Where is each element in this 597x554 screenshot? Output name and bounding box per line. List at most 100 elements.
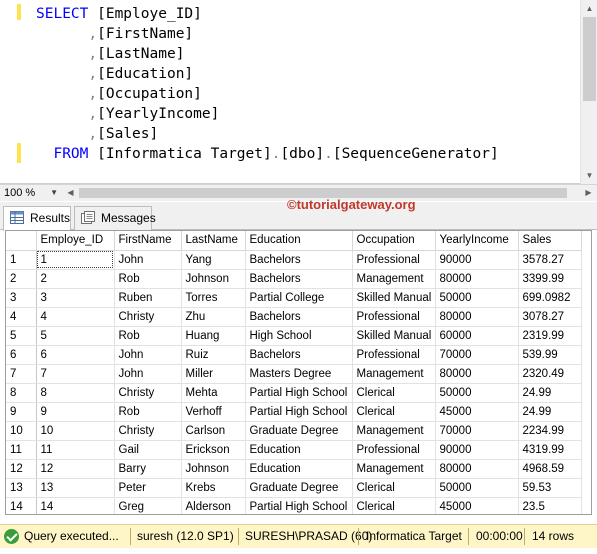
- table-cell[interactable]: Partial College: [245, 288, 353, 308]
- table-cell[interactable]: 50000: [435, 288, 519, 308]
- row-number-header[interactable]: [6, 231, 37, 251]
- column-header[interactable]: Occupation: [352, 231, 436, 251]
- table-cell[interactable]: 3078.27: [518, 307, 582, 327]
- column-header[interactable]: Education: [245, 231, 353, 251]
- table-cell[interactable]: 2320.49: [518, 364, 582, 384]
- scroll-up-icon[interactable]: ▲: [581, 0, 597, 17]
- table-cell[interactable]: Gail: [114, 440, 182, 460]
- row-number[interactable]: 9: [6, 402, 37, 422]
- row-number[interactable]: 2: [6, 269, 37, 289]
- table-cell[interactable]: Rob: [114, 326, 182, 346]
- table-cell[interactable]: John: [114, 250, 182, 270]
- table-cell[interactable]: 9: [36, 402, 115, 422]
- table-cell[interactable]: Bachelors: [245, 269, 353, 289]
- table-cell[interactable]: Masters Degree: [245, 364, 353, 384]
- table-row[interactable]: 1 1 John Yang Bachelors Professional 90000 3578…: [6, 250, 582, 270]
- scroll-thumb[interactable]: [583, 17, 596, 101]
- table-cell[interactable]: 45000: [435, 402, 519, 422]
- table-cell[interactable]: 12: [36, 459, 115, 479]
- table-cell[interactable]: 24.99: [518, 383, 582, 403]
- table-cell[interactable]: Ruiz: [181, 345, 246, 365]
- table-cell[interactable]: Education: [245, 459, 353, 479]
- table-cell[interactable]: 3: [36, 288, 115, 308]
- table-cell[interactable]: 45000: [435, 497, 519, 514]
- table-cell[interactable]: Peter: [114, 478, 182, 498]
- table-cell[interactable]: Partial High School: [245, 497, 353, 514]
- table-cell[interactable]: 2: [36, 269, 115, 289]
- row-number[interactable]: 7: [6, 364, 37, 384]
- row-number[interactable]: 14: [6, 497, 37, 514]
- table-cell[interactable]: Clerical: [352, 497, 436, 514]
- table-cell[interactable]: Johnson: [181, 269, 246, 289]
- column-header[interactable]: FirstName: [114, 231, 182, 251]
- table-cell[interactable]: Yang: [181, 250, 246, 270]
- table-cell[interactable]: Professional: [352, 440, 436, 460]
- scroll-down-icon[interactable]: ▼: [581, 167, 597, 184]
- column-header[interactable]: YearlyIncome: [435, 231, 519, 251]
- table-cell[interactable]: Mehta: [181, 383, 246, 403]
- results-grid[interactable]: Employe_ID FirstName LastName Education Occu…: [5, 230, 592, 515]
- table-cell[interactable]: 80000: [435, 307, 519, 327]
- scroll-right-icon[interactable]: ▶: [580, 185, 597, 201]
- row-number[interactable]: 13: [6, 478, 37, 498]
- table-cell[interactable]: Torres: [181, 288, 246, 308]
- table-cell[interactable]: Management: [352, 269, 436, 289]
- table-cell[interactable]: 3578.27: [518, 250, 582, 270]
- table-cell[interactable]: Clerical: [352, 402, 436, 422]
- row-number[interactable]: 1: [6, 250, 37, 270]
- column-header[interactable]: LastName: [181, 231, 246, 251]
- table-cell[interactable]: Verhoff: [181, 402, 246, 422]
- table-cell[interactable]: 4319.99: [518, 440, 582, 460]
- row-number[interactable]: 5: [6, 326, 37, 346]
- table-cell[interactable]: Huang: [181, 326, 246, 346]
- table-cell[interactable]: Professional: [352, 250, 436, 270]
- scroll-left-icon[interactable]: ◀: [62, 185, 79, 201]
- row-number[interactable]: 4: [6, 307, 37, 327]
- table-cell[interactable]: Johnson: [181, 459, 246, 479]
- table-row[interactable]: 2 2 Rob Johnson Bachelors Management 80000 3399…: [6, 269, 582, 289]
- row-number[interactable]: 11: [6, 440, 37, 460]
- table-row[interactable]: 10 10 Christy Carlson Graduate Degree Managem…: [6, 421, 582, 441]
- table-cell[interactable]: Partial High School: [245, 383, 353, 403]
- table-cell[interactable]: 60000: [435, 326, 519, 346]
- table-cell[interactable]: 1: [36, 250, 115, 270]
- table-cell[interactable]: 70000: [435, 345, 519, 365]
- table-cell[interactable]: Bachelors: [245, 250, 353, 270]
- table-cell[interactable]: Management: [352, 421, 436, 441]
- table-cell[interactable]: 80000: [435, 364, 519, 384]
- table-row[interactable]: 13 13 Peter Krebs Graduate Degree Clerical 500…: [6, 478, 582, 498]
- column-header[interactable]: Sales: [518, 231, 582, 251]
- table-cell[interactable]: John: [114, 364, 182, 384]
- row-number[interactable]: 8: [6, 383, 37, 403]
- table-cell[interactable]: 90000: [435, 440, 519, 460]
- table-cell[interactable]: 539.99: [518, 345, 582, 365]
- table-cell[interactable]: Clerical: [352, 383, 436, 403]
- table-cell[interactable]: 11: [36, 440, 115, 460]
- table-cell[interactable]: Erickson: [181, 440, 246, 460]
- table-cell[interactable]: Professional: [352, 345, 436, 365]
- table-cell[interactable]: Graduate Degree: [245, 421, 353, 441]
- table-cell[interactable]: Greg: [114, 497, 182, 514]
- table-cell[interactable]: 13: [36, 478, 115, 498]
- table-row[interactable]: 8 8 Christy Mehta Partial High School Clerica…: [6, 383, 582, 403]
- tab-results[interactable]: Results: [3, 206, 71, 231]
- table-cell[interactable]: High School: [245, 326, 353, 346]
- table-cell[interactable]: Barry: [114, 459, 182, 479]
- row-number[interactable]: 10: [6, 421, 37, 441]
- table-cell[interactable]: Bachelors: [245, 345, 353, 365]
- table-cell[interactable]: Management: [352, 459, 436, 479]
- row-number[interactable]: 3: [6, 288, 37, 308]
- table-cell[interactable]: Graduate Degree: [245, 478, 353, 498]
- table-cell[interactable]: Christy: [114, 421, 182, 441]
- table-row[interactable]: 11 11 Gail Erickson Education Professional 900…: [6, 440, 582, 460]
- table-cell[interactable]: Krebs: [181, 478, 246, 498]
- table-cell[interactable]: 70000: [435, 421, 519, 441]
- table-cell[interactable]: Christy: [114, 307, 182, 327]
- table-cell[interactable]: 24.99: [518, 402, 582, 422]
- table-row[interactable]: 7 7 John Miller Masters Degree Management 8000…: [6, 364, 582, 384]
- zoom-select[interactable]: 100 % ▼: [2, 185, 60, 201]
- table-cell[interactable]: 14: [36, 497, 115, 514]
- table-cell[interactable]: Carlson: [181, 421, 246, 441]
- table-cell[interactable]: 6: [36, 345, 115, 365]
- table-cell[interactable]: Management: [352, 364, 436, 384]
